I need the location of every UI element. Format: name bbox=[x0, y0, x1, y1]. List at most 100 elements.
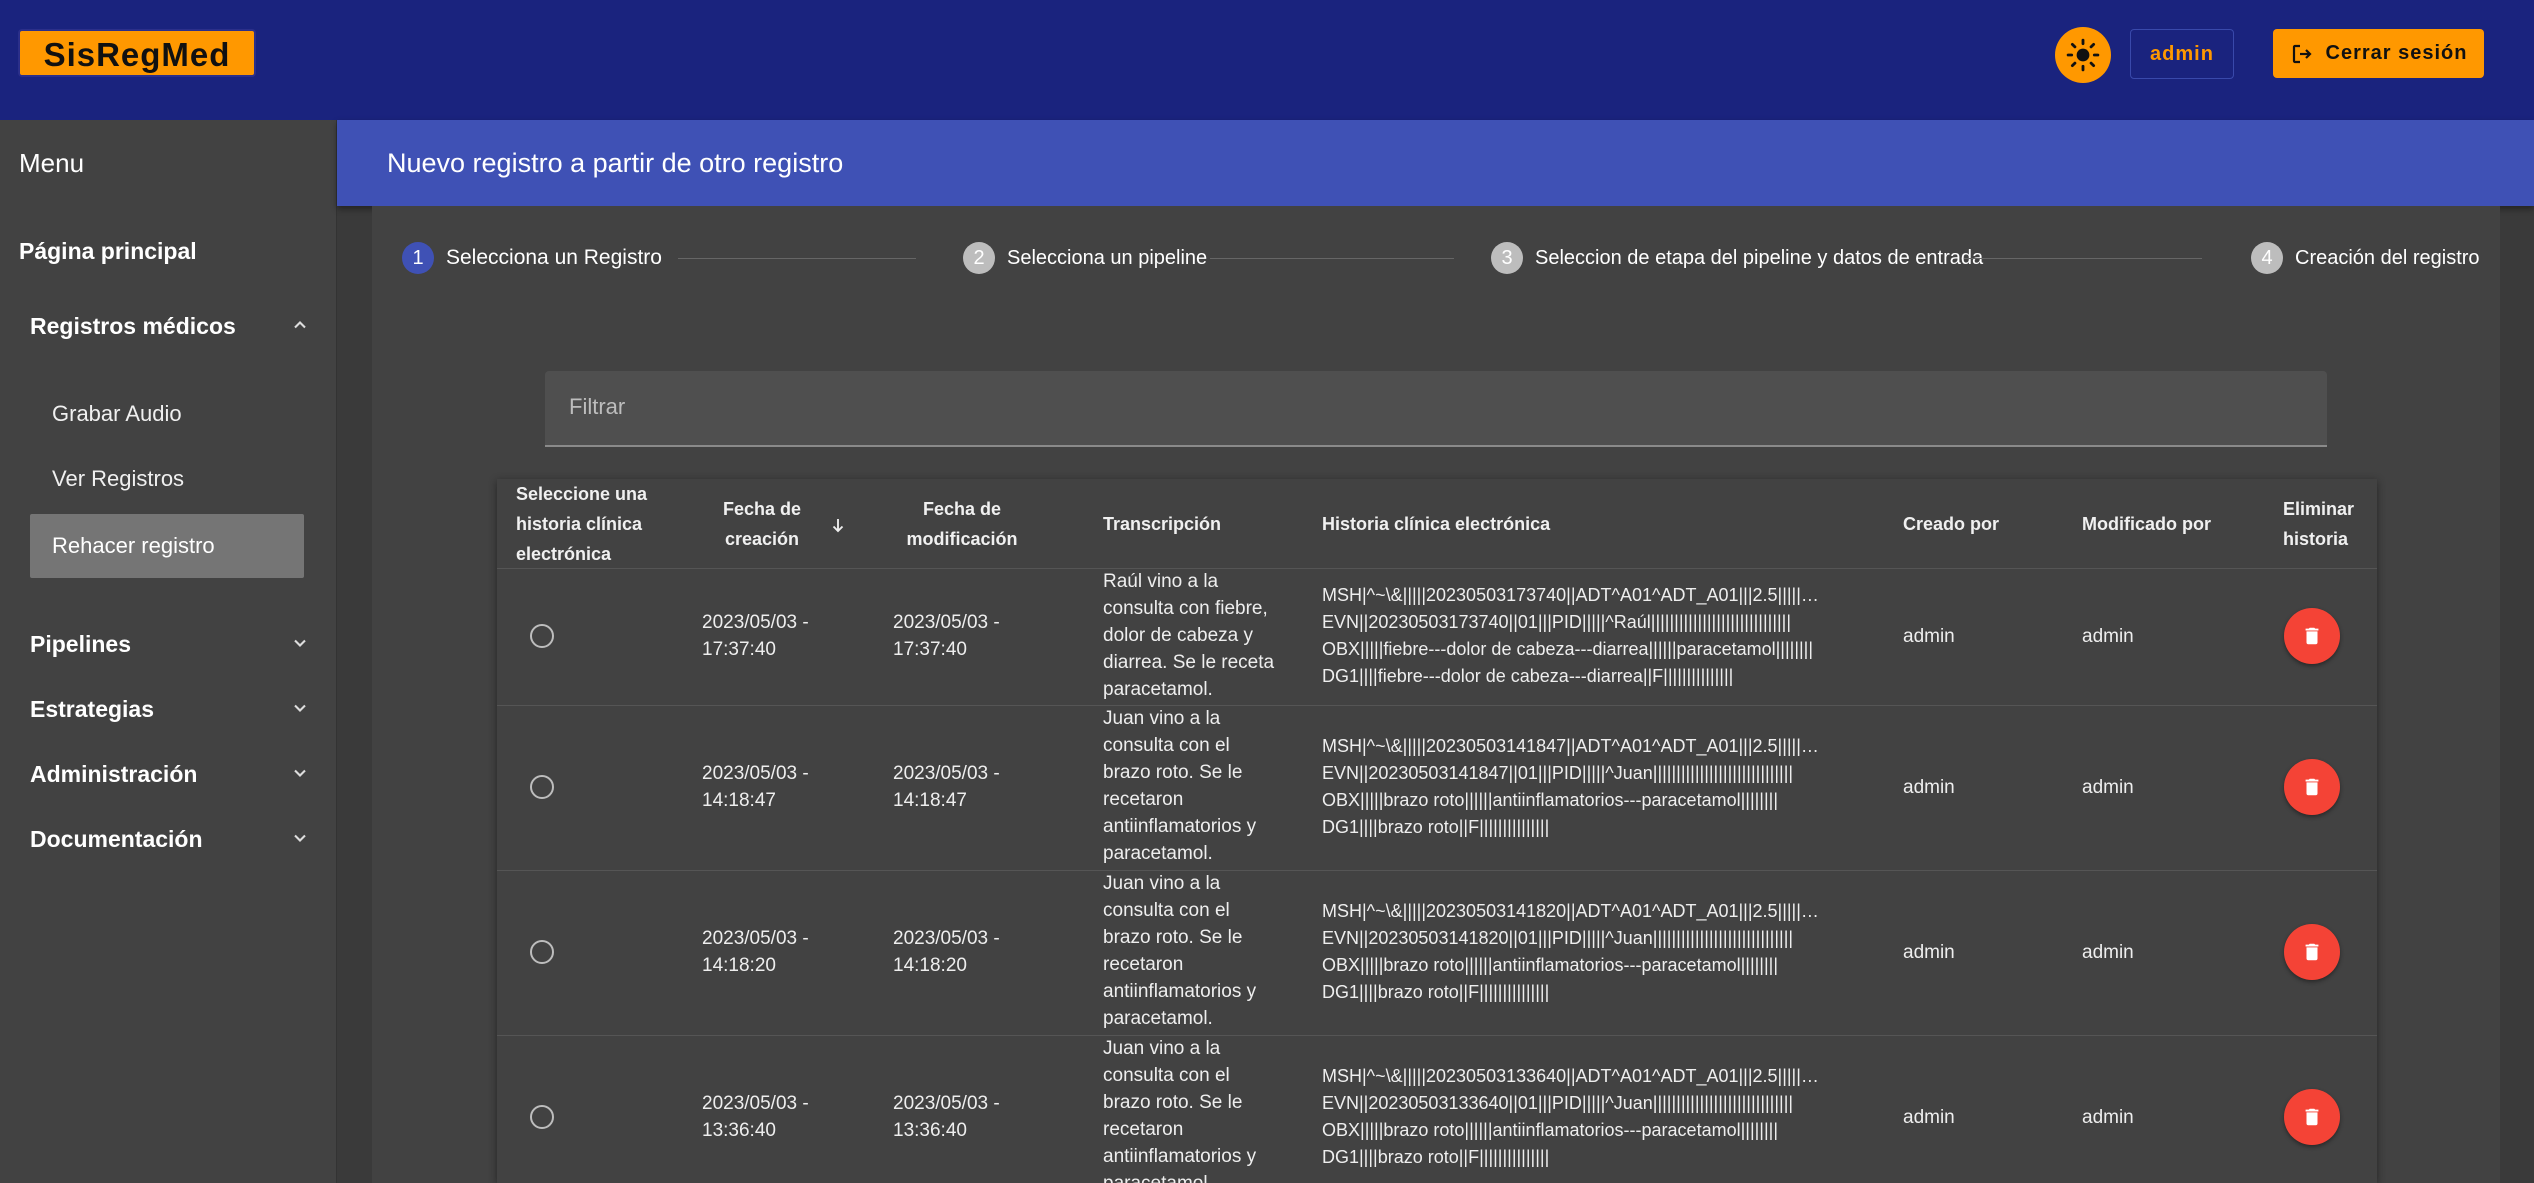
row-modified-date: 2023/05/03 - 14:18:47 bbox=[893, 763, 1000, 811]
sidebar-group-registros[interactable]: Registros médicos bbox=[30, 313, 310, 340]
step-label: Selecciona un pipeline bbox=[1007, 246, 1208, 269]
row-transcription: Raúl vino a la consulta con fiebre, dolo… bbox=[1103, 568, 1293, 703]
row-modified-by: admin bbox=[2082, 626, 2134, 647]
sidebar-group-administracion[interactable]: Administración bbox=[30, 761, 310, 788]
step-connector bbox=[1210, 258, 1454, 259]
sidebar-title: Menu bbox=[19, 148, 85, 178]
text-line: antiinflamatorios y bbox=[1103, 816, 1257, 837]
step-label: Seleccion de etapa del pipeline y datos … bbox=[1535, 246, 1984, 269]
row-select-radio[interactable] bbox=[530, 1105, 554, 1129]
text-line: OBX|||||brazo roto||||||antiinflamatorio… bbox=[1322, 790, 1778, 810]
sidebar-item-home[interactable]: Página principal bbox=[19, 238, 197, 265]
delete-button[interactable] bbox=[2284, 924, 2340, 980]
text-line: diarrea. Se le receta bbox=[1103, 652, 1275, 673]
page-title: Nuevo registro a partir de otro registro bbox=[387, 148, 844, 178]
row-created-by: admin bbox=[1903, 1107, 1955, 1128]
sidebar-group-pipelines[interactable]: Pipelines bbox=[30, 631, 310, 658]
col-transcription-header[interactable]: Transcripción bbox=[1103, 509, 1221, 539]
step-number: 3 bbox=[1491, 242, 1523, 274]
row-select-radio[interactable] bbox=[530, 775, 554, 799]
row-transcription: Juan vino a la consulta con el brazo rot… bbox=[1103, 705, 1293, 867]
text-line: DG1||||brazo roto||F||||||||||||||| bbox=[1322, 817, 1550, 837]
text-line: MSH|^~\&|||||20230503133640||ADT^A01^ADT… bbox=[1322, 1066, 1819, 1086]
filter-input[interactable] bbox=[567, 393, 2271, 421]
table-header: Seleccione una historia clínica electrón… bbox=[497, 479, 2377, 569]
text-line: Juan vino a la bbox=[1103, 873, 1221, 894]
sidebar-group-label: Administración bbox=[30, 761, 198, 787]
row-modified-date: 2023/05/03 - 17:37:40 bbox=[893, 612, 1000, 660]
text-line: dolor de cabeza y bbox=[1103, 625, 1253, 646]
text-line: OBX|||||brazo roto||||||antiinflamatorio… bbox=[1322, 955, 1778, 975]
chevron-down-icon bbox=[294, 704, 306, 712]
trash-icon bbox=[2305, 778, 2319, 796]
text-line: DG1||||brazo roto||F||||||||||||||| bbox=[1322, 1147, 1550, 1167]
filter-field[interactable] bbox=[545, 371, 2327, 447]
sidebar-group-label: Pipelines bbox=[30, 631, 131, 657]
row-created-date: 2023/05/03 - 14:18:47 bbox=[702, 763, 809, 811]
text-line: DG1||||fiebre---dolor de cabeza---diarre… bbox=[1322, 666, 1734, 686]
text-line: brazo roto. Se le bbox=[1103, 927, 1243, 948]
row-modified-by: admin bbox=[2082, 1107, 2134, 1128]
text-line: EVN||20230503133640||01|||PID|||||^Juan|… bbox=[1322, 1093, 1794, 1113]
arrow-down-icon[interactable] bbox=[829, 516, 847, 534]
logout-icon bbox=[2292, 44, 2312, 63]
logout-label: Cerrar sesión bbox=[2325, 42, 2468, 64]
text-line: OBX|||||brazo roto||||||antiinflamatorio… bbox=[1322, 1120, 1778, 1140]
app-logo[interactable]: SisRegMed bbox=[18, 29, 256, 77]
sidebar-group-documentacion[interactable]: Documentación bbox=[30, 826, 310, 853]
col-delete-header: Eliminar historia bbox=[2283, 499, 2355, 549]
delete-button[interactable] bbox=[2284, 759, 2340, 815]
col-created-by-header[interactable]: Creado por bbox=[1903, 509, 1999, 539]
sidebar-item-label: Rehacer registro bbox=[52, 533, 215, 558]
col-ehr-header[interactable]: Historia clínica electrónica bbox=[1322, 509, 1550, 539]
text-line: paracetamol. bbox=[1103, 1170, 1293, 1183]
col-modified-header[interactable]: Fecha de modificación bbox=[897, 494, 1027, 554]
text-line: EVN||20230503141820||01|||PID|||||^Juan|… bbox=[1322, 928, 1794, 948]
row-select-radio[interactable] bbox=[530, 940, 554, 964]
text-line: antiinflamatorios y bbox=[1103, 981, 1257, 1002]
sidebar-item-ver-registros[interactable]: Ver Registros bbox=[52, 466, 184, 492]
sidebar-item-rehacer-registro[interactable]: Rehacer registro bbox=[30, 514, 304, 578]
text-line: paracetamol. bbox=[1103, 679, 1213, 700]
logout-button[interactable]: Cerrar sesión bbox=[2273, 29, 2484, 78]
step-connector bbox=[1964, 258, 2202, 259]
row-ehr: MSH|^~\&|||||20230503133640||ADT^A01^ADT… bbox=[1322, 1063, 1862, 1171]
table-row[interactable]: 2023/05/03 - 13:36:40 2023/05/03 - 13:36… bbox=[497, 1035, 2377, 1183]
sidebar-group-estrategias[interactable]: Estrategias bbox=[30, 696, 310, 723]
col-modified-by-header[interactable]: Modificado por bbox=[2082, 509, 2211, 539]
row-modified-by: admin bbox=[2082, 942, 2134, 963]
user-button[interactable]: admin bbox=[2130, 29, 2234, 79]
table-row[interactable]: 2023/05/03 - 17:37:40 2023/05/03 - 17:37… bbox=[497, 568, 2377, 706]
text-line: Juan vino a la bbox=[1103, 1038, 1221, 1059]
row-modified-date: 2023/05/03 - 14:18:20 bbox=[893, 928, 1000, 976]
text-line: MSH|^~\&|||||20230503141847||ADT^A01^ADT… bbox=[1322, 736, 1819, 756]
delete-button[interactable] bbox=[2284, 1089, 2340, 1145]
row-modified-by: admin bbox=[2082, 777, 2134, 798]
step-2[interactable]: 2 Selecciona un pipeline bbox=[963, 242, 1207, 274]
text-line: MSH|^~\&|||||20230503141820||ADT^A01^ADT… bbox=[1322, 901, 1819, 921]
text-line: recetaron bbox=[1103, 789, 1184, 810]
step-4[interactable]: 4 Creación del registro bbox=[2251, 242, 2480, 274]
row-ehr: MSH|^~\&|||||20230503141847||ADT^A01^ADT… bbox=[1322, 733, 1862, 841]
col-created-header[interactable]: Fecha de creación bbox=[707, 494, 817, 554]
text-line: paracetamol. bbox=[1103, 1008, 1213, 1029]
col-select-header: Seleccione una historia clínica electrón… bbox=[516, 484, 648, 564]
text-line: antiinflamatorios y bbox=[1103, 1146, 1257, 1167]
sidebar: Menu Página principal Registros médicos … bbox=[0, 120, 337, 1183]
step-3[interactable]: 3 Seleccion de etapa del pipeline y dato… bbox=[1491, 242, 1983, 274]
text-line: brazo roto. Se le bbox=[1103, 762, 1243, 783]
delete-button[interactable] bbox=[2284, 608, 2340, 664]
step-label: Creación del registro bbox=[2295, 246, 2480, 269]
top-app-bar: SisRegMed admin Cerrar sesión bbox=[0, 0, 2534, 120]
row-select-radio[interactable] bbox=[530, 624, 554, 648]
text-line: Raúl vino a la bbox=[1103, 571, 1219, 592]
theme-toggle-button[interactable] bbox=[2055, 27, 2111, 83]
row-created-by: admin bbox=[1903, 942, 1955, 963]
sidebar-item-grabar-audio[interactable]: Grabar Audio bbox=[52, 401, 182, 427]
table-row[interactable]: 2023/05/03 - 14:18:47 2023/05/03 - 14:18… bbox=[497, 705, 2377, 871]
table-row[interactable]: 2023/05/03 - 14:18:20 2023/05/03 - 14:18… bbox=[497, 870, 2377, 1036]
row-transcription: Juan vino a la consulta con el brazo rot… bbox=[1103, 870, 1293, 1032]
chevron-up-icon bbox=[294, 321, 306, 329]
text-line: recetaron bbox=[1103, 954, 1184, 975]
step-1[interactable]: 1 Selecciona un Registro bbox=[402, 242, 662, 274]
